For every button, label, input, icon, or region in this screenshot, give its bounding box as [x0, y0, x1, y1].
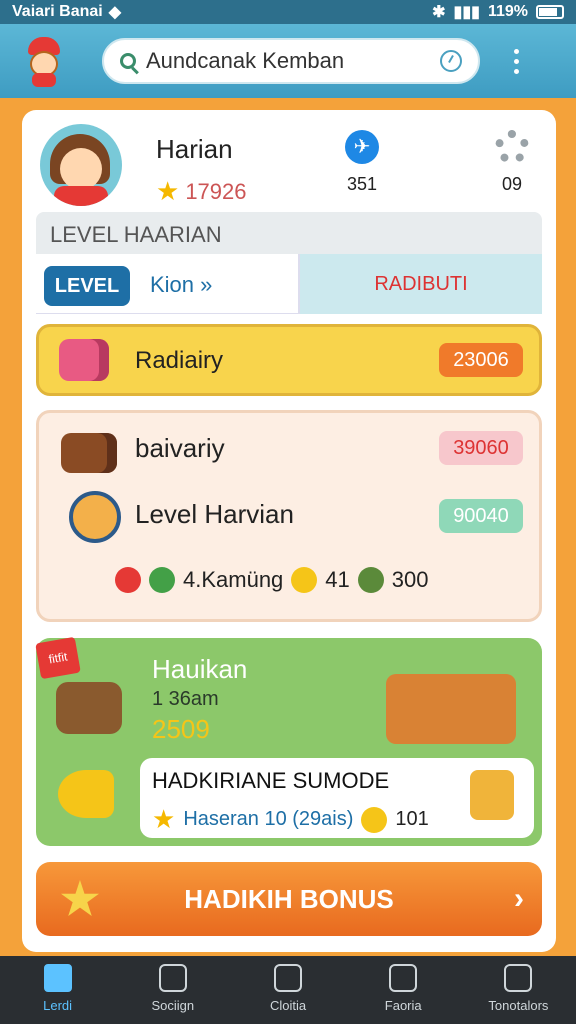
level-heading: LEVEL HAARIAN: [36, 212, 542, 254]
promo-score: 2509: [152, 714, 210, 744]
main-card: Harian ★ 17926 ✈ 351 09 LEVEL HAARIAN LE…: [22, 110, 556, 952]
status-right: ✱ ▮▮▮ 119%: [432, 2, 564, 22]
stat-share[interactable]: ✈ 351: [342, 130, 382, 195]
stat-settings-value: 09: [501, 174, 523, 194]
share-icon: ✈: [345, 130, 379, 164]
coin-icon: [291, 567, 318, 593]
promo-title: Hauikan: [152, 654, 248, 684]
points-value: 17926: [185, 178, 247, 204]
nav-profile-label: Tonotalors: [488, 998, 549, 1013]
horn-icon: [58, 770, 114, 818]
nav-home[interactable]: Lerdi: [0, 956, 115, 1024]
profile-points: ★ 17926: [156, 176, 247, 207]
panel-stat-2: 41: [325, 567, 350, 592]
level-row: LEVEL Kion » RADIBUTI: [36, 254, 542, 314]
promo-sub: 1 36am: [152, 688, 219, 710]
app-bar: Aundcanak Kemban: [0, 24, 576, 98]
bluetooth-icon: ✱: [432, 4, 446, 21]
stat-settings[interactable]: 09: [492, 130, 532, 195]
nav-search[interactable]: Sociign: [115, 956, 230, 1024]
nav-form[interactable]: Faoria: [346, 956, 461, 1024]
wood-icon: [61, 433, 117, 473]
promo-inner-line: ★ Haseran 10 (29ais) 101: [152, 804, 429, 835]
panel-label-2[interactable]: Level Harvian: [135, 499, 294, 530]
search-icon: [158, 964, 187, 992]
home-icon: [43, 964, 72, 992]
profile-name: Harian: [156, 134, 233, 164]
chevron-right-icon: ›: [514, 882, 524, 915]
search-icon: [120, 53, 136, 69]
nav-profile[interactable]: Tonotalors: [461, 956, 576, 1024]
search-input[interactable]: Aundcanak Kemban: [102, 38, 480, 84]
panel-value-1: 39060: [439, 431, 523, 465]
bonus-label: HADIKIH BONUS: [184, 884, 394, 914]
coin-icon: [361, 806, 388, 833]
search-text: Aundcanak Kemban: [146, 48, 345, 73]
gear-icon: [495, 130, 529, 164]
nav-clock[interactable]: Cloitia: [230, 956, 345, 1024]
signal-icon: ▮▮▮: [453, 4, 480, 21]
battery-icon: [536, 5, 564, 19]
status-left: Vaiari Banai ◆: [12, 2, 121, 22]
reward-value-badge: 23006: [439, 343, 523, 377]
panel-label-1[interactable]: baivariy: [135, 433, 225, 464]
clock-icon: [274, 964, 302, 992]
bottom-nav: Lerdi Sociign Cloitia Faoria Tonotalors: [0, 956, 576, 1024]
promo-inner-value: Haseran 10 (29ais): [183, 808, 354, 830]
profile-icon: [504, 964, 533, 992]
avatar[interactable]: [40, 124, 122, 206]
bowl-icon: [69, 491, 121, 543]
nav-home-label: Lerdi: [43, 998, 73, 1013]
level-link[interactable]: Kion »: [150, 272, 212, 298]
promo-inner-title: HADKIRIANE SUMODE: [152, 768, 390, 793]
carrier-label: Vaiari Banai: [12, 3, 103, 20]
level-badge[interactable]: LEVEL: [44, 266, 130, 306]
status-bar: Vaiari Banai ◆ ✱ ▮▮▮ 119%: [0, 0, 576, 24]
nav-form-label: Faoria: [384, 998, 422, 1013]
level-right-button[interactable]: RADIBUTI: [300, 254, 542, 314]
panel-stat-3: 300: [391, 567, 429, 592]
promo-card[interactable]: fitfit Hauikan 1 36am 2509 HADKIRIANE SU…: [35, 636, 542, 846]
basket-icon: [386, 674, 516, 744]
roll-icon: [59, 339, 109, 381]
reward-panel: baivariy 39060 Level Harvian 90040 4.Kam…: [36, 410, 542, 622]
promo-inner[interactable]: HADKIRIANE SUMODE ★ Haseran 10 (29ais) 1…: [140, 758, 534, 838]
bonus-button[interactable]: ★ HADIKIH BONUS ›: [36, 862, 542, 936]
profile-header: Harian ★ 17926 ✈ 351 09: [40, 124, 540, 214]
more-menu-icon[interactable]: [514, 48, 519, 74]
reward-label: Radiairy: [135, 347, 224, 374]
panel-inline-stats: 4.Kamüng 41 300: [115, 567, 429, 593]
stat-share-value: 351: [346, 174, 378, 194]
reward-bar[interactable]: Radiairy 23006: [36, 324, 542, 396]
nav-clock-label: Cloitia: [269, 998, 307, 1013]
panel-stat-text: 4.Kamüng: [183, 567, 284, 592]
promo-inner-tail: 101: [395, 808, 429, 830]
battery-percent: 119%: [487, 3, 528, 20]
star-icon: ★: [60, 875, 100, 924]
refresh-icon[interactable]: [440, 50, 462, 72]
atm-icon: [470, 770, 514, 820]
nav-search-label: Sociign: [151, 998, 195, 1013]
panel-value-2: 90040: [439, 499, 523, 533]
mascot-icon[interactable]: [18, 33, 74, 89]
wifi-icon: ◆: [108, 4, 122, 21]
apple-icon: [115, 567, 141, 593]
leaf-icon: [149, 567, 175, 593]
form-icon: [389, 964, 418, 992]
herb-icon: [357, 567, 384, 593]
star-icon: ★: [152, 804, 176, 834]
anvil-icon: [56, 682, 122, 734]
star-icon: ★: [156, 176, 180, 206]
promo-ribbon: fitfit: [35, 636, 81, 680]
